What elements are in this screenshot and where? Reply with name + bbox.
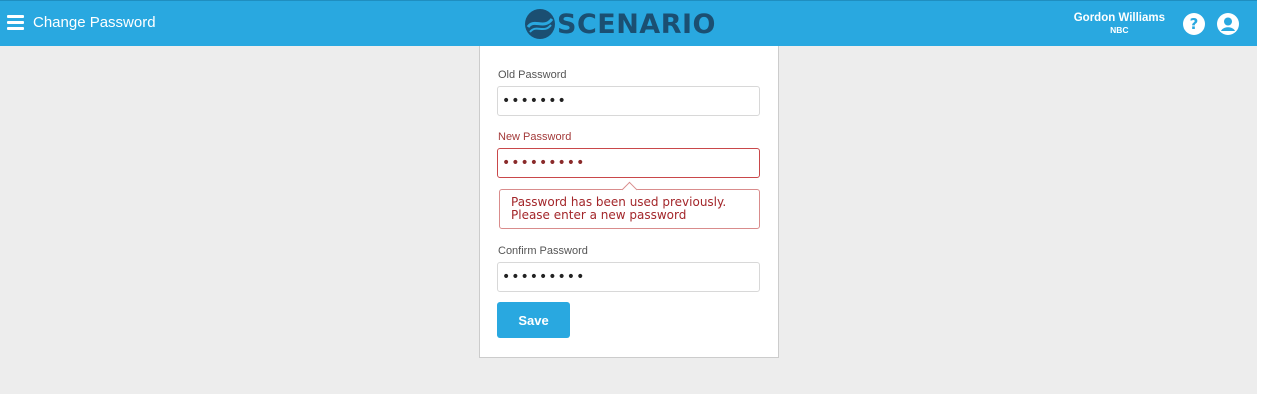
right-edge-strip [1257,0,1261,394]
old-password-label: Old Password [498,69,567,81]
change-password-form: Old Password ••••••• New Password ••••••… [479,46,779,358]
error-tooltip: Password has been used previously. Pleas… [499,181,760,229]
help-icon[interactable]: ? [1182,12,1206,36]
error-line-2: Please enter a new password [511,208,687,222]
user-info[interactable]: Gordon Williams NBC [1074,12,1165,36]
top-bar: Change Password SCENARIO Gordon Williams… [0,0,1257,46]
logo-text: SCENARIO [557,8,716,40]
page-title: Change Password [33,14,156,31]
confirm-password-label: Confirm Password [498,245,588,257]
hamburger-menu-icon[interactable] [7,15,24,30]
old-password-input[interactable]: ••••••• [497,86,760,116]
user-org: NBC [1110,25,1129,35]
logo-mark-icon [525,9,555,39]
svg-text:?: ? [1190,15,1199,33]
confirm-password-input[interactable]: ••••••••• [497,262,760,292]
account-icon[interactable] [1216,12,1240,36]
save-button[interactable]: Save [497,302,570,338]
user-name: Gordon Williams [1073,12,1165,24]
new-password-label: New Password [498,131,572,143]
error-message: Password has been used previously. Pleas… [511,196,726,222]
scenario-logo: SCENARIO [524,6,716,42]
new-password-input[interactable]: ••••••••• [497,148,760,178]
